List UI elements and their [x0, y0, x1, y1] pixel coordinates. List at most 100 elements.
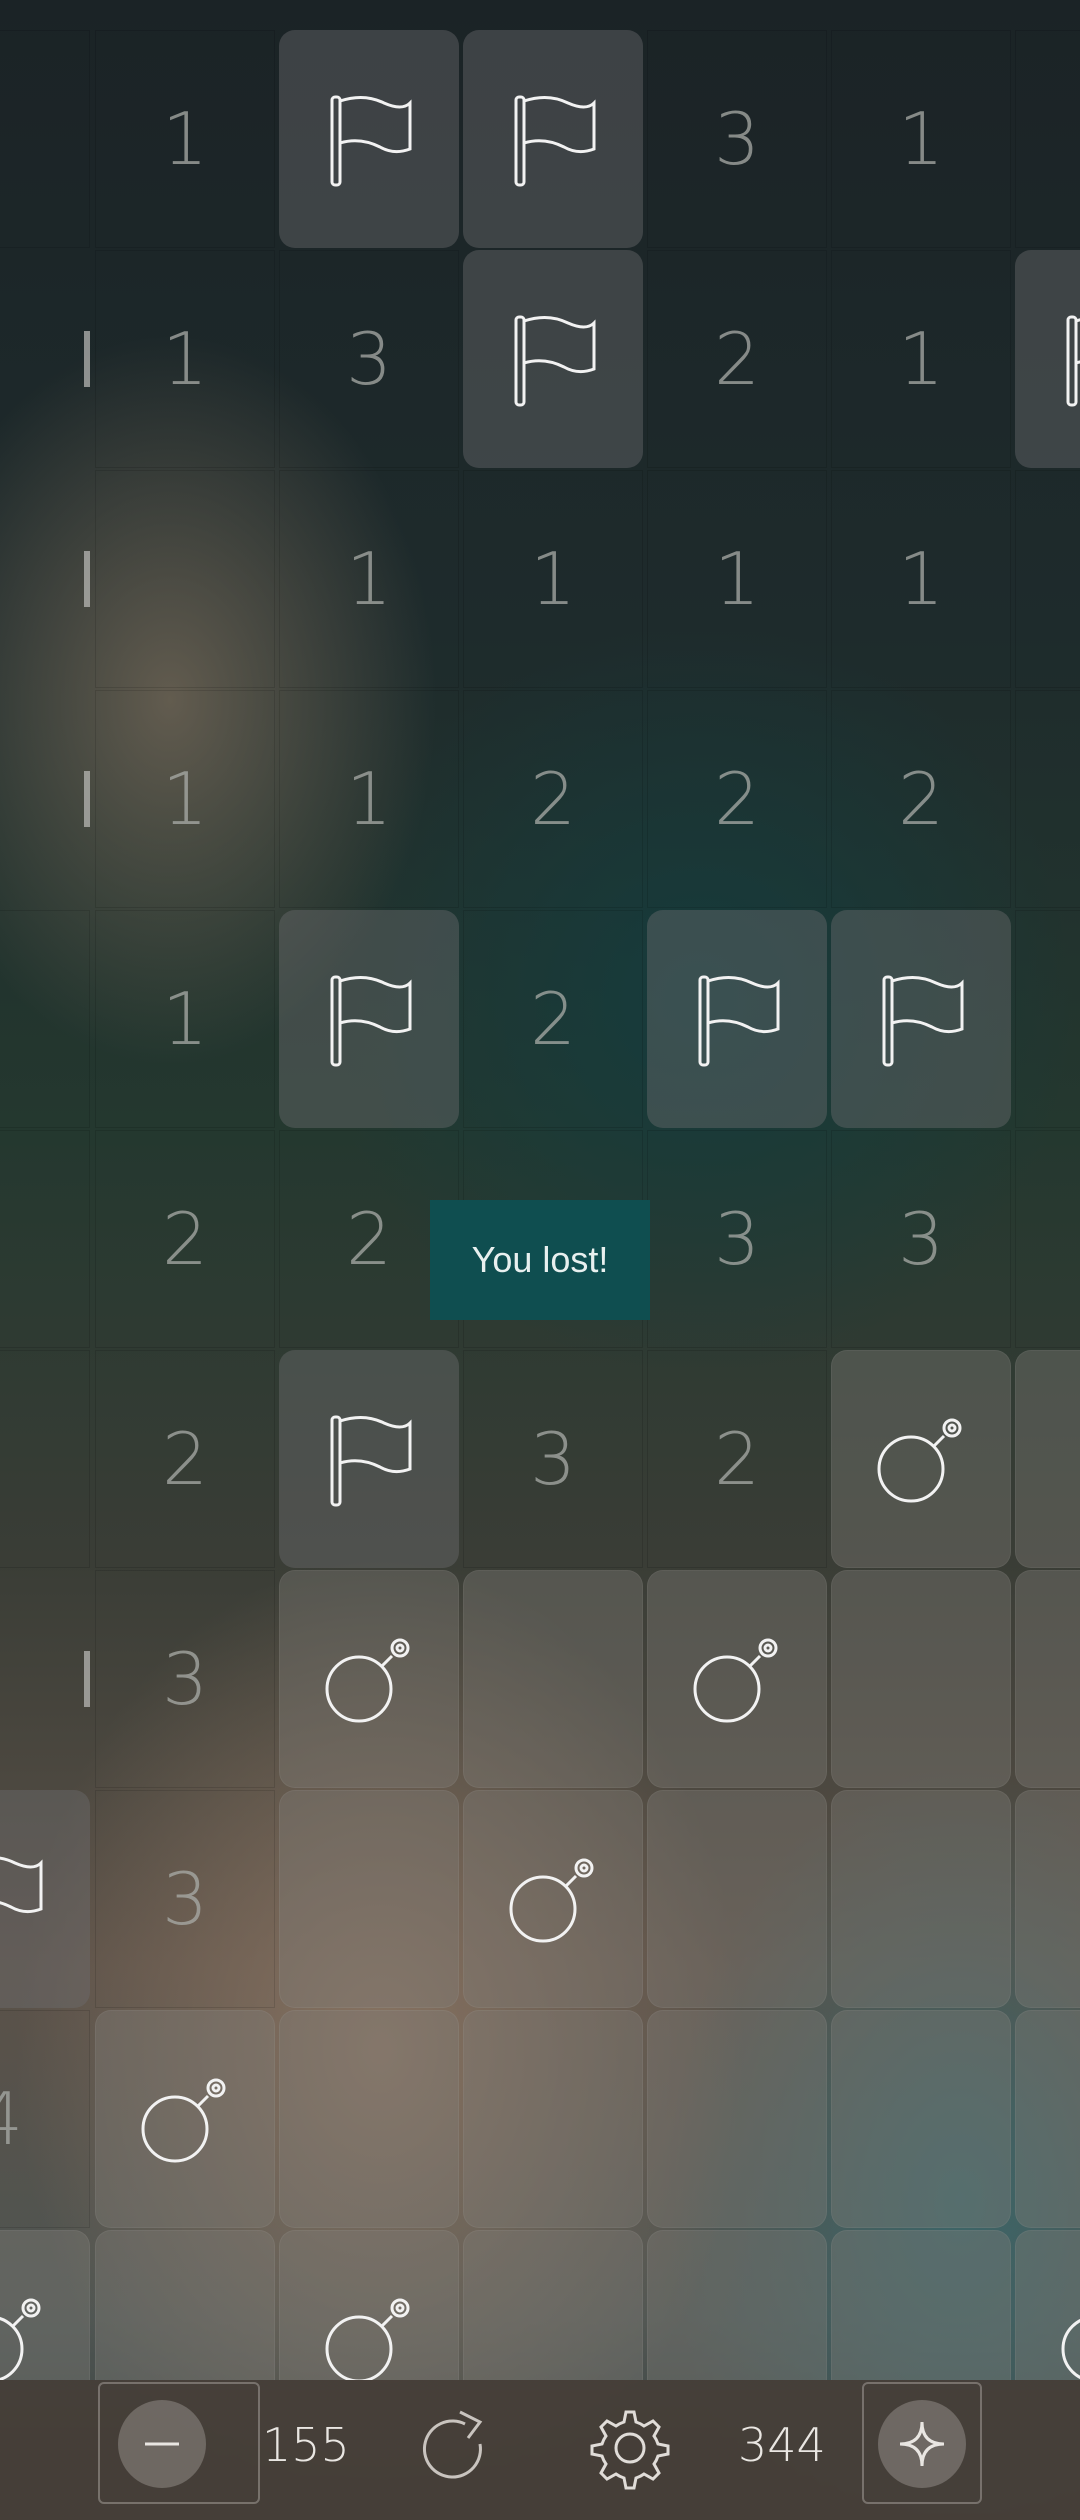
unopened-cell[interactable] [463, 2010, 643, 2228]
number-cell[interactable]: 2 [463, 690, 643, 908]
unopened-cell[interactable] [279, 1790, 459, 2008]
empty-cell[interactable] [1015, 690, 1080, 908]
empty-cell[interactable] [0, 1130, 90, 1348]
number-cell[interactable]: 1 [279, 690, 459, 908]
number-cell[interactable]: 1 [647, 470, 827, 688]
flagged-cell[interactable] [1015, 250, 1080, 468]
cell-number: 1 [162, 97, 208, 181]
unopened-cell[interactable] [463, 1570, 643, 1788]
bomb-icon [314, 1624, 424, 1734]
number-cell[interactable]: 2 [647, 250, 827, 468]
cell-number: 2 [530, 977, 576, 1061]
number-cell[interactable]: 1 [279, 470, 459, 688]
unopened-cell[interactable] [1015, 1790, 1080, 2008]
empty-cell[interactable] [1015, 910, 1080, 1128]
number-cell[interactable]: 4 [0, 2010, 90, 2228]
flagged-cell[interactable] [0, 1790, 90, 2008]
flagged-cell[interactable] [279, 30, 459, 248]
zoom-in-button[interactable] [862, 2382, 982, 2504]
mine-cell[interactable] [831, 1350, 1011, 1568]
unopened-cell[interactable] [831, 2010, 1011, 2228]
cell-number: 3 [530, 1417, 576, 1501]
unopened-cell[interactable] [1015, 1570, 1080, 1788]
cell-number: 1 [530, 537, 576, 621]
minefield-board: 13113211111112221222233232334 [0, 0, 1080, 2380]
mines-left-counter: 155 [262, 2418, 350, 2472]
flag-icon [324, 1409, 414, 1509]
mine-cell[interactable] [647, 1570, 827, 1788]
partial-cell[interactable] [0, 1570, 90, 1788]
empty-cell[interactable] [1015, 470, 1080, 688]
number-cell[interactable]: 2 [463, 910, 643, 1128]
gear-icon [590, 2410, 670, 2490]
number-cell[interactable]: 1 [831, 250, 1011, 468]
cell-number: 1 [898, 317, 944, 401]
number-cell[interactable]: 2 [95, 1130, 275, 1348]
mine-cell[interactable] [1015, 2230, 1080, 2380]
bomb-icon [130, 2064, 240, 2174]
number-cell[interactable]: 1 [95, 250, 275, 468]
unopened-cell[interactable] [647, 1790, 827, 2008]
number-cell[interactable]: 2 [647, 1350, 827, 1568]
flagged-cell[interactable] [279, 910, 459, 1128]
empty-cell[interactable] [1015, 30, 1080, 248]
empty-cell[interactable] [0, 1350, 90, 1568]
settings-button[interactable] [582, 2400, 682, 2500]
empty-cell[interactable] [1015, 1130, 1080, 1348]
number-cell[interactable]: 3 [647, 30, 827, 248]
number-cell[interactable]: 3 [647, 1130, 827, 1348]
cell-number: 3 [162, 1857, 208, 1941]
mine-cell[interactable] [95, 2010, 275, 2228]
mine-cell[interactable] [0, 2230, 90, 2380]
mine-cell[interactable] [463, 1790, 643, 2008]
game-over-toast: You lost! [430, 1200, 650, 1320]
unopened-cell[interactable] [831, 2230, 1011, 2380]
mine-cell[interactable] [279, 2230, 459, 2380]
number-cell[interactable]: 1 [831, 30, 1011, 248]
partial-cell[interactable] [0, 250, 90, 468]
number-cell[interactable]: 1 [95, 30, 275, 248]
unopened-cell[interactable] [831, 1570, 1011, 1788]
minus-icon [118, 2400, 206, 2488]
flagged-cell[interactable] [279, 1350, 459, 1568]
unopened-cell[interactable] [647, 2230, 827, 2380]
unopened-cell[interactable] [463, 2230, 643, 2380]
partial-cell[interactable] [0, 690, 90, 908]
cell-number: 1 [162, 977, 208, 1061]
flag-icon [0, 1849, 45, 1949]
cell-number: 2 [898, 757, 944, 841]
mine-cell[interactable] [279, 1570, 459, 1788]
number-cell[interactable]: 3 [463, 1350, 643, 1568]
partial-cell[interactable] [0, 470, 90, 688]
number-cell[interactable]: 3 [279, 250, 459, 468]
number-cell[interactable]: 1 [463, 470, 643, 688]
cell-number: 3 [162, 1637, 208, 1721]
unopened-cell[interactable] [1015, 2010, 1080, 2228]
cell-number: 2 [346, 1197, 392, 1281]
number-cell[interactable]: 2 [831, 690, 1011, 908]
empty-cell[interactable] [0, 910, 90, 1128]
empty-cell[interactable] [95, 470, 275, 688]
flagged-cell[interactable] [463, 30, 643, 248]
cell-number: 1 [162, 757, 208, 841]
number-cell[interactable]: 1 [831, 470, 1011, 688]
unopened-cell[interactable] [647, 2010, 827, 2228]
number-cell[interactable]: 2 [95, 1350, 275, 1568]
bomb-icon [1050, 2284, 1080, 2380]
flagged-cell[interactable] [647, 910, 827, 1128]
unopened-cell[interactable] [1015, 1350, 1080, 1568]
number-cell[interactable]: 1 [95, 910, 275, 1128]
unopened-cell[interactable] [279, 2010, 459, 2228]
zoom-out-button[interactable] [98, 2382, 260, 2504]
number-cell[interactable]: 3 [95, 1790, 275, 2008]
number-cell[interactable]: 2 [647, 690, 827, 908]
flagged-cell[interactable] [463, 250, 643, 468]
number-cell[interactable]: 1 [95, 690, 275, 908]
number-cell[interactable]: 3 [831, 1130, 1011, 1348]
restart-button[interactable] [410, 2404, 510, 2504]
number-cell[interactable]: 3 [95, 1570, 275, 1788]
unopened-cell[interactable] [831, 1790, 1011, 2008]
unopened-cell[interactable] [95, 2230, 275, 2380]
empty-cell[interactable] [0, 30, 90, 248]
flagged-cell[interactable] [831, 910, 1011, 1128]
